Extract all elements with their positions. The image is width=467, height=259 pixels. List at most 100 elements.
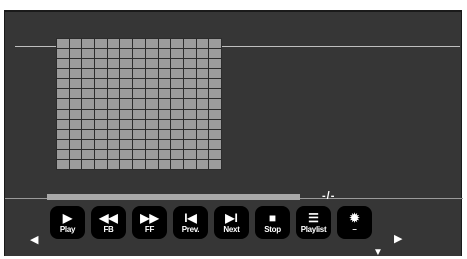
grid-cell bbox=[145, 139, 158, 149]
grid-cell bbox=[145, 69, 158, 79]
stop-button[interactable]: ■ Stop bbox=[255, 206, 290, 239]
grid-cell bbox=[95, 69, 107, 79]
grid-cell bbox=[209, 99, 221, 109]
grid-cell bbox=[95, 99, 107, 109]
grid-cell bbox=[95, 89, 107, 99]
control-label: – bbox=[352, 224, 357, 234]
grid-cell bbox=[209, 69, 221, 79]
grid-cell bbox=[183, 159, 196, 169]
grid-cell bbox=[158, 119, 171, 129]
grid-cell bbox=[209, 129, 221, 139]
grid-cell bbox=[82, 109, 95, 119]
grid-cell bbox=[158, 159, 171, 169]
grid-cell bbox=[107, 49, 120, 59]
grid-cell bbox=[171, 129, 183, 139]
grid-cell bbox=[57, 99, 69, 109]
grid-cell bbox=[133, 149, 145, 159]
grid-cell bbox=[145, 89, 158, 99]
skip-previous-icon: I◀ bbox=[184, 210, 197, 225]
grid-cell bbox=[196, 119, 209, 129]
grid-cell bbox=[95, 139, 107, 149]
grid-cell bbox=[196, 49, 209, 59]
grid-cell bbox=[209, 139, 221, 149]
grid-cell bbox=[133, 99, 145, 109]
grid-cell bbox=[69, 99, 82, 109]
grid-cell bbox=[82, 49, 95, 59]
control-label: Prev. bbox=[181, 224, 200, 234]
grid-cell bbox=[158, 139, 171, 149]
playback-controls: ▶ Play ◀◀ FB ▶▶ FF I◀ Prev. ▶I Next ■ Stop ☰ Playlist… bbox=[50, 206, 372, 239]
grid-cell bbox=[107, 59, 120, 69]
grid-cell bbox=[209, 109, 221, 119]
scroll-left-arrow-icon[interactable]: ◀ bbox=[30, 235, 38, 246]
grid-cell bbox=[120, 89, 133, 99]
grid-cell bbox=[82, 129, 95, 139]
grid-cell bbox=[57, 79, 69, 89]
grid-cell bbox=[183, 99, 196, 109]
grid-cell bbox=[183, 69, 196, 79]
grid-cell bbox=[145, 109, 158, 119]
play-button[interactable]: ▶ Play bbox=[50, 206, 85, 239]
grid-cell bbox=[57, 139, 69, 149]
scroll-down-arrow-icon[interactable]: ▼ bbox=[373, 247, 383, 258]
grid-cell bbox=[171, 69, 183, 79]
grid-cell bbox=[95, 149, 107, 159]
grid-cell bbox=[145, 39, 158, 49]
volume-button[interactable]: ✹ – bbox=[337, 206, 372, 239]
grid-cell bbox=[183, 149, 196, 159]
grid-cell bbox=[82, 149, 95, 159]
grid-cell bbox=[158, 49, 171, 59]
grid-cell bbox=[171, 139, 183, 149]
control-label: Play bbox=[59, 224, 76, 234]
grid-cell bbox=[69, 129, 82, 139]
grid-cell bbox=[209, 159, 221, 169]
grid-cell bbox=[95, 109, 107, 119]
grid-cell bbox=[120, 49, 133, 59]
grid-cell bbox=[183, 109, 196, 119]
grid-cell bbox=[69, 69, 82, 79]
grid-cell bbox=[196, 159, 209, 169]
scroll-right-arrow-icon[interactable]: ▶ bbox=[394, 234, 402, 245]
grid-cell bbox=[107, 139, 120, 149]
grid-cell bbox=[57, 89, 69, 99]
grid-cell bbox=[133, 79, 145, 89]
grid-cell bbox=[95, 159, 107, 169]
control-label: Playlist bbox=[300, 224, 327, 234]
grid-cell bbox=[145, 59, 158, 69]
grid-cell bbox=[145, 149, 158, 159]
grid-cell bbox=[196, 59, 209, 69]
control-label: FB bbox=[103, 224, 114, 234]
stop-icon: ■ bbox=[268, 210, 277, 225]
grid-cell bbox=[120, 79, 133, 89]
grid-cell bbox=[120, 129, 133, 139]
grid-cell bbox=[171, 119, 183, 129]
grid-cell bbox=[120, 159, 133, 169]
previous-button[interactable]: I◀ Prev. bbox=[173, 206, 208, 239]
grid-cell bbox=[133, 59, 145, 69]
grid-cell bbox=[82, 89, 95, 99]
grid-cell bbox=[69, 109, 82, 119]
grid-cell bbox=[183, 59, 196, 69]
grid-cell bbox=[82, 99, 95, 109]
grid-cell bbox=[171, 79, 183, 89]
grid-cell bbox=[145, 159, 158, 169]
grid-cell bbox=[57, 159, 69, 169]
grid-cell bbox=[69, 39, 82, 49]
fast-forward-button[interactable]: ▶▶ FF bbox=[132, 206, 167, 239]
fast-backward-button[interactable]: ◀◀ FB bbox=[91, 206, 126, 239]
playlist-button[interactable]: ☰ Playlist bbox=[296, 206, 331, 239]
grid-cell bbox=[158, 89, 171, 99]
play-icon: ▶ bbox=[62, 210, 73, 225]
progress-bar[interactable] bbox=[47, 194, 300, 200]
next-button[interactable]: ▶I Next bbox=[214, 206, 249, 239]
grid-cell bbox=[120, 69, 133, 79]
grid-cell bbox=[133, 69, 145, 79]
grid-cell bbox=[82, 59, 95, 69]
grid-cell bbox=[107, 79, 120, 89]
grid-cell bbox=[107, 89, 120, 99]
grid-cell bbox=[57, 49, 69, 59]
grid-cell bbox=[107, 129, 120, 139]
grid-cell bbox=[69, 159, 82, 169]
grid-cell bbox=[209, 59, 221, 69]
grid-cell bbox=[82, 139, 95, 149]
